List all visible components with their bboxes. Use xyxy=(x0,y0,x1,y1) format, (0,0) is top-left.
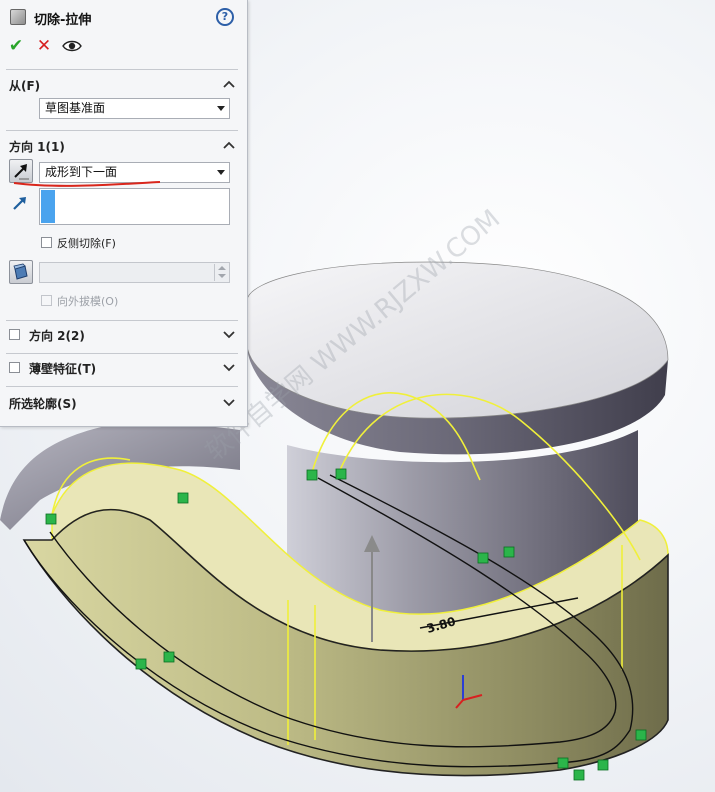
cancel-button[interactable]: ✕ xyxy=(34,36,54,56)
relation-marker[interactable] xyxy=(635,729,647,741)
help-icon[interactable]: ? xyxy=(216,8,234,26)
preview-button[interactable] xyxy=(62,36,82,56)
chevron-up-icon[interactable] xyxy=(222,138,236,152)
direction2-checkbox[interactable] xyxy=(9,329,20,340)
divider xyxy=(6,69,238,70)
relation-marker[interactable] xyxy=(503,546,515,558)
chevron-down-icon xyxy=(217,170,225,175)
thin-feature-checkbox[interactable] xyxy=(9,362,20,373)
action-bar: ✔ ✕ xyxy=(0,34,248,60)
divider xyxy=(6,320,238,321)
start-condition-value: 草图基准面 xyxy=(45,101,106,115)
chevron-down-icon[interactable] xyxy=(222,360,236,374)
flip-side-to-cut-label: 反侧切除(F) xyxy=(57,237,116,250)
draft-toggle-button[interactable] xyxy=(9,260,33,284)
thin-feature-group-title[interactable]: 薄壁特征(T) xyxy=(29,360,96,377)
draft-angle-spinner[interactable] xyxy=(214,264,228,281)
divider xyxy=(6,386,238,387)
relation-marker[interactable] xyxy=(597,759,609,771)
cut-extrude-icon xyxy=(10,9,26,25)
draft-outward-checkbox[interactable] xyxy=(41,295,52,306)
relation-marker[interactable] xyxy=(306,469,318,481)
ok-button[interactable]: ✔ xyxy=(6,36,26,56)
relation-marker[interactable] xyxy=(557,757,569,769)
start-condition-select[interactable]: 草图基准面 xyxy=(39,98,230,119)
from-group-title[interactable]: 从(F) xyxy=(9,77,40,94)
direction1-group-title[interactable]: 方向 1(1) xyxy=(9,138,65,155)
relation-marker[interactable] xyxy=(477,552,489,564)
relation-marker[interactable] xyxy=(177,492,189,504)
active-selection-indicator xyxy=(41,190,55,223)
chevron-down-icon[interactable] xyxy=(222,327,236,341)
chevron-down-icon xyxy=(217,106,225,111)
property-manager-panel: 切除-拉伸 ? ✔ ✕ 从(F) 草图基准面 方向 1(1) 成形到下一面 反侧… xyxy=(0,0,248,427)
draft-outward-label: 向外拔模(O) xyxy=(57,295,119,308)
direction-reference-list[interactable] xyxy=(39,188,230,225)
draft-angle-input[interactable] xyxy=(39,262,230,283)
reverse-direction-button[interactable] xyxy=(9,159,33,183)
selected-contours-group-title[interactable]: 所选轮廓(S) xyxy=(9,395,77,412)
chevron-down-icon[interactable] xyxy=(222,395,236,409)
relation-marker[interactable] xyxy=(163,651,175,663)
chevron-up-icon[interactable] xyxy=(222,77,236,91)
direction-arrow-icon xyxy=(11,194,29,212)
panel-title: 切除-拉伸 xyxy=(34,13,92,28)
relation-marker[interactable] xyxy=(45,513,57,525)
eye-icon xyxy=(62,40,82,52)
divider xyxy=(6,130,238,131)
relation-marker[interactable] xyxy=(135,658,147,670)
end-condition-select[interactable]: 成形到下一面 xyxy=(39,162,230,183)
relation-marker[interactable] xyxy=(573,769,585,781)
direction2-group-title[interactable]: 方向 2(2) xyxy=(29,327,85,344)
end-condition-value: 成形到下一面 xyxy=(45,165,118,179)
relation-marker[interactable] xyxy=(335,468,347,480)
divider xyxy=(6,353,238,354)
draft-icon xyxy=(13,263,28,280)
panel-header: 切除-拉伸 ? xyxy=(0,0,248,34)
flip-side-to-cut-checkbox[interactable] xyxy=(41,237,52,248)
reverse-direction-icon xyxy=(14,164,29,180)
